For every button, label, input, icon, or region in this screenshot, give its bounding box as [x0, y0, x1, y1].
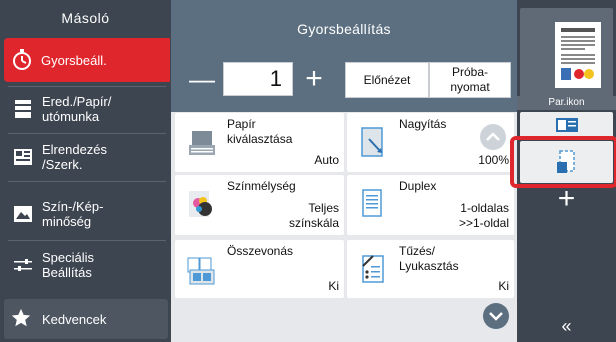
sidebar-item-label-line2: utómunka	[42, 109, 100, 124]
card-label-line1: Tűzés/	[399, 244, 436, 258]
favorites-label: Kedvencek	[42, 311, 107, 327]
card-label: Nagyítás	[399, 117, 447, 131]
original-card-icon	[555, 118, 578, 132]
card-value: Ki	[498, 279, 509, 293]
divider	[8, 133, 166, 134]
sidebar-item-quick-setup[interactable]: Gyorsbeáll.	[4, 38, 170, 82]
paper-tray-icon	[187, 125, 217, 161]
image-quality-icon	[10, 201, 36, 227]
copy-screen: Másoló Gyorsbeáll. Ered./Papír/utómunka …	[0, 0, 616, 342]
sidebar-item-special-settings[interactable]: Speciális Beállítás	[5, 243, 171, 287]
sidebar-item-color-image-quality[interactable]: Szín-/Kép-minőség	[5, 192, 171, 236]
sidebar-item-label-line2: minőség	[42, 214, 92, 229]
paper-selection-card[interactable]: Papír kiválasztása Auto	[175, 113, 344, 172]
zoom-icon	[359, 125, 389, 161]
document-preview[interactable]	[520, 8, 613, 110]
card-label-line2: kiválasztása	[227, 132, 293, 146]
right-panel: Par.ikon + «	[510, 0, 616, 342]
card-label-line2: Lyukasztás	[399, 259, 459, 273]
color-icon	[187, 187, 217, 223]
sidebar: Másoló Gyorsbeáll. Ered./Papír/utómunka …	[0, 0, 171, 342]
combine-card[interactable]: Összevonás Ki	[175, 240, 344, 298]
scroll-down-button[interactable]	[483, 303, 509, 329]
preview-thumbnail	[555, 22, 601, 88]
test-copy-button[interactable]: Próba- nyomat	[429, 62, 511, 98]
sidebar-item-layout-edit[interactable]: Elrendezés/Szerk.	[5, 135, 171, 179]
scroll-up-button[interactable]	[480, 124, 506, 150]
favorites-button[interactable]: Kedvencek	[4, 299, 168, 339]
quick-setup-panel: Gyorsbeállítás — 1 + Előnézet Próba- nyo…	[171, 0, 517, 342]
card-value: Auto	[314, 153, 339, 167]
highlight-frame	[510, 136, 616, 188]
card-value: 100%	[478, 153, 509, 167]
test-copy-label-line1: Próba-	[451, 65, 489, 79]
layout-icon	[10, 144, 36, 170]
preview-button[interactable]: Előnézet	[345, 62, 429, 98]
card-label: Színmélység	[227, 179, 296, 193]
card-value-line1: 1-oldalas	[460, 201, 509, 215]
copies-input[interactable]: 1	[223, 62, 293, 96]
increment-button[interactable]: +	[297, 64, 331, 94]
page-title: Gyorsbeállítás	[297, 21, 391, 37]
decrement-button[interactable]: —	[187, 64, 217, 94]
divider	[8, 181, 166, 182]
card-label-line1: Papír	[227, 117, 256, 131]
sidebar-item-label: Gyorsbeáll.	[41, 52, 107, 68]
sidebar-item-label-line1: Szín-/Kép-	[42, 199, 104, 214]
duplex-card[interactable]: Duplex 1-oldalas >>1-oldal	[347, 175, 514, 235]
sidebar-title: Másoló	[61, 10, 110, 26]
quick-setup-header: Gyorsbeállítás — 1 + Előnézet Próba- nyo…	[171, 0, 517, 112]
sidebar-item-label-line1: Ered./Papír/	[42, 94, 112, 109]
color-mode-card[interactable]: Színmélység Teljes színskála	[175, 175, 344, 235]
card-value: Ki	[328, 279, 339, 293]
original-settings-button[interactable]	[520, 112, 613, 138]
card-label: Összevonás	[227, 244, 294, 258]
sidebar-item-output-paper[interactable]: Ered./Papír/utómunka	[5, 87, 171, 131]
combine-icon	[187, 252, 217, 288]
card-value-line2: >>1-oldal	[458, 216, 509, 230]
sidebar-item-label-line1: Speciális	[42, 250, 95, 265]
divider	[8, 240, 166, 241]
duplex-icon	[359, 187, 389, 223]
staple-punch-card[interactable]: Tűzés/Lyukasztás Ki	[347, 240, 514, 298]
staple-punch-icon	[359, 252, 389, 288]
add-button[interactable]: +	[517, 184, 616, 214]
chevron-down-icon	[489, 312, 503, 321]
collapse-button[interactable]: «	[517, 316, 616, 337]
preview-label: Par.ikon	[517, 96, 616, 110]
sidebar-item-label-line1: Elrendezés	[42, 142, 108, 157]
stopwatch-icon	[9, 47, 35, 73]
sidebar-item-label-line2: Beállítás	[42, 265, 92, 280]
sliders-icon	[10, 252, 36, 278]
card-value-line1: Teljes	[308, 201, 339, 215]
star-icon	[10, 307, 36, 332]
card-value-line2: színskála	[288, 216, 339, 230]
paper-output-icon	[10, 96, 36, 122]
chevron-up-icon	[486, 132, 500, 141]
card-label: Duplex	[399, 179, 437, 193]
sidebar-item-label-line2: /Szerk.	[42, 157, 83, 172]
test-copy-label-line2: nyomat	[450, 80, 490, 94]
